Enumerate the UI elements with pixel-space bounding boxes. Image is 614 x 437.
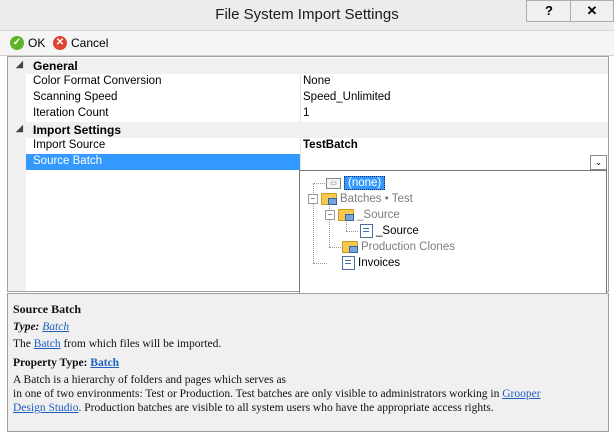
divider <box>300 90 301 106</box>
help-title: Source Batch <box>13 302 82 316</box>
folder-icon <box>321 193 337 205</box>
cancel-label: Cancel <box>71 36 109 50</box>
design-studio-link[interactable]: Design Studio <box>13 402 79 414</box>
tree-line <box>329 247 343 248</box>
collapse-icon[interactable]: ◢ <box>16 123 23 134</box>
category-import-settings[interactable]: ◢ Import Settings <box>8 122 608 138</box>
tree-line <box>346 231 358 232</box>
property-value[interactable]: Speed_Unlimited <box>303 91 391 103</box>
toolbar: ✓ OK ✕ Cancel <box>0 31 614 56</box>
tree-item-label: Batches • Test <box>340 193 413 205</box>
type-link[interactable]: Batch <box>42 321 69 333</box>
property-name: Iteration Count <box>33 107 109 119</box>
ok-label: OK <box>28 36 46 50</box>
property-row-scanning-speed[interactable]: Scanning Speed Speed_Unlimited <box>8 90 608 106</box>
tree-item-label: _Source <box>357 209 400 221</box>
tree-item-label: _Source <box>376 225 419 237</box>
help-panel: Source Batch Type: Batch The Batch from … <box>7 293 609 432</box>
help-paragraph-line-1: A Batch is a hierarchy of folders and pa… <box>13 374 287 386</box>
batch-link[interactable]: Batch <box>34 338 61 350</box>
property-type-label: Property Type: <box>13 357 88 369</box>
property-row-iteration-count[interactable]: Iteration Count 1 <box>8 106 608 122</box>
help-button[interactable]: ? <box>526 0 572 22</box>
collapse-icon[interactable]: ◢ <box>16 59 23 70</box>
grooper-link[interactable]: Grooper <box>502 388 540 400</box>
tree-item-source-batch[interactable]: _Source <box>360 223 419 239</box>
tree-item-invoices[interactable]: Invoices <box>342 255 400 271</box>
folder-icon <box>338 209 354 221</box>
tree-item-production-clones[interactable]: Production Clones <box>342 239 455 255</box>
tree-line <box>313 263 327 264</box>
desc-text: from which files will be imported. <box>60 338 222 350</box>
property-name: Import Source <box>33 139 106 151</box>
tree-item-label: Invoices <box>358 257 401 269</box>
divider <box>300 138 301 154</box>
cancel-button[interactable]: ✕ Cancel <box>53 34 108 52</box>
desc-text: The <box>13 338 34 350</box>
help-property-type-line: Property Type: Batch <box>13 357 119 369</box>
dropdown-arrow-button[interactable]: ⌄ <box>590 155 607 170</box>
property-value[interactable]: TestBatch <box>303 139 358 151</box>
divider <box>300 74 301 90</box>
category-general[interactable]: ◢ General <box>8 58 608 74</box>
property-value[interactable]: None <box>303 75 331 87</box>
tree-item-batches-test[interactable]: − Batches • Test <box>308 191 413 207</box>
property-name: Color Format Conversion <box>33 75 162 87</box>
para-text: . Production batches are visible to all … <box>78 402 494 414</box>
tree-item-label: Production Clones <box>361 241 455 253</box>
property-value[interactable]: 1 <box>303 107 309 119</box>
category-label: General <box>33 59 78 73</box>
divider <box>300 106 301 122</box>
tree-item-label: (none) <box>344 176 386 190</box>
property-row-color-format[interactable]: Color Format Conversion None <box>8 74 608 90</box>
property-row-source-batch[interactable]: Source Batch ⌄ <box>8 154 608 170</box>
tree-line <box>313 183 327 184</box>
category-label: Import Settings <box>33 123 122 137</box>
help-paragraph-line-3: Design Studio. Production batches are vi… <box>13 402 494 414</box>
batch-icon <box>360 224 373 238</box>
window-title: File System Import Settings <box>215 6 399 23</box>
none-icon: ▭ <box>326 177 341 189</box>
type-label: Type: <box>13 321 40 333</box>
collapse-toggle[interactable]: − <box>325 210 335 220</box>
property-type-link[interactable]: Batch <box>90 357 119 369</box>
check-icon: ✓ <box>10 36 24 50</box>
help-description: The Batch from which files will be impor… <box>13 338 221 350</box>
close-button[interactable]: ✕ <box>570 0 614 22</box>
para-text: in one of two environments: Test or Prod… <box>13 388 503 400</box>
folder-icon <box>342 241 358 253</box>
property-name: Scanning Speed <box>33 91 118 103</box>
batch-icon <box>342 256 355 270</box>
help-type-line: Type: Batch <box>13 321 69 333</box>
property-name: Source Batch <box>33 155 103 167</box>
help-paragraph-line-2: in one of two environments: Test or Prod… <box>13 388 541 400</box>
divider <box>300 154 301 170</box>
cancel-icon: ✕ <box>53 36 67 50</box>
ok-button[interactable]: ✓ OK <box>10 34 45 52</box>
collapse-toggle[interactable]: − <box>308 194 318 204</box>
tree-item-none[interactable]: ▭ (none) <box>326 175 386 191</box>
property-row-import-source[interactable]: Import Source TestBatch <box>8 138 608 154</box>
tree-item-source-folder[interactable]: − _Source <box>325 207 400 223</box>
